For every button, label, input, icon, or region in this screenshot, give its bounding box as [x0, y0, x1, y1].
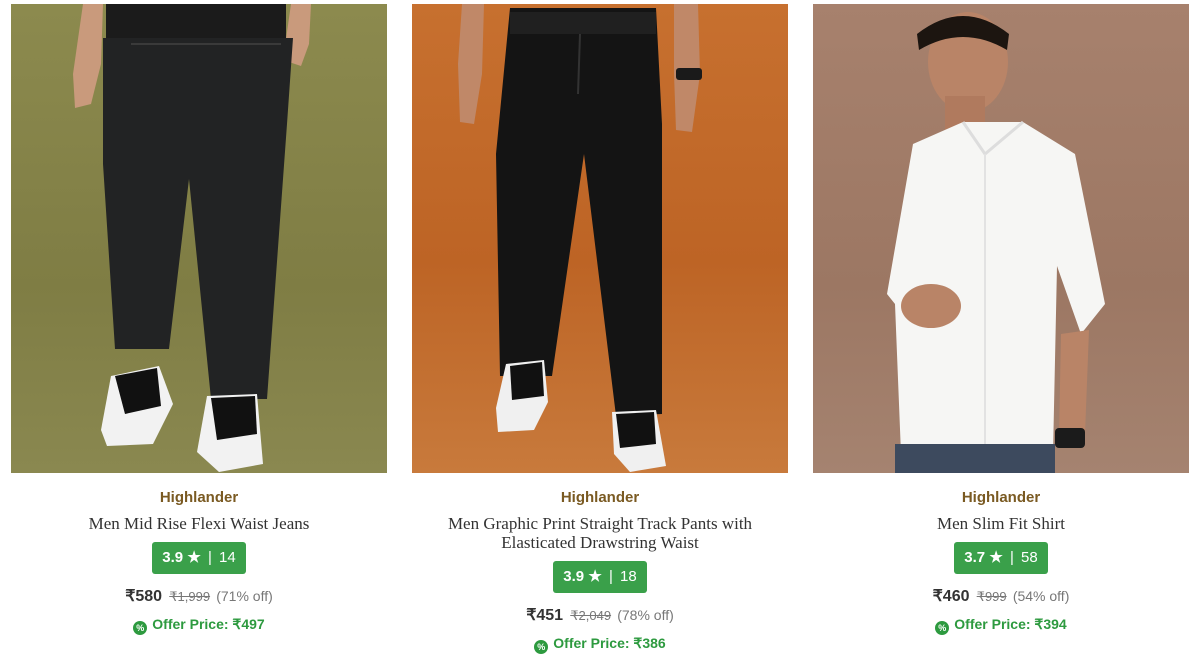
product-image[interactable]: [813, 4, 1189, 473]
original-price: ₹2,049: [570, 608, 612, 623]
rating-value: 3.9: [162, 549, 184, 566]
review-count: 14: [219, 549, 236, 566]
selling-price: ₹460: [932, 588, 970, 605]
selling-price: ₹451: [526, 607, 564, 624]
original-price: ₹999: [976, 589, 1007, 604]
original-price: ₹1,999: [169, 589, 211, 604]
star-icon: ★: [187, 549, 201, 566]
product-card[interactable]: Highlander Men Graphic Print Straight Tr…: [412, 4, 788, 654]
price-row: ₹580 ₹1,999 (71% off): [11, 586, 387, 606]
offer-price-label: Offer Price: ₹497: [152, 616, 265, 632]
product-title[interactable]: Men Mid Rise Flexi Waist Jeans: [24, 514, 374, 533]
brand-name: Highlander: [560, 489, 640, 506]
price-row: ₹451 ₹2,049 (78% off): [412, 605, 788, 625]
offer-price-label: Offer Price: ₹394: [954, 616, 1067, 632]
rating-value: 3.7: [964, 549, 986, 566]
product-card[interactable]: Highlander Men Mid Rise Flexi Waist Jean…: [11, 4, 387, 652]
track-pants-product-photo: [458, 4, 702, 472]
rating-value: 3.9: [563, 568, 585, 585]
product-image[interactable]: [412, 4, 788, 473]
discount-percent: (54% off): [1012, 588, 1070, 604]
review-count: 58: [1021, 549, 1038, 566]
product-image[interactable]: [11, 4, 387, 473]
discount-percent: (78% off): [617, 607, 674, 623]
star-icon: ★: [989, 549, 1003, 566]
offer-price-label: Offer Price: ₹386: [553, 635, 666, 651]
rating-badge: 3.9 ★ | 18: [553, 561, 647, 593]
review-count: 18: [620, 568, 637, 585]
product-title[interactable]: Men Slim Fit Shirt: [826, 514, 1176, 533]
offer-price: % Offer Price: ₹386: [412, 635, 788, 654]
rating-badge: 3.9 ★ | 14: [152, 542, 246, 574]
star-icon: ★: [588, 568, 602, 585]
rating-separator: |: [207, 549, 212, 566]
offer-price: % Offer Price: ₹497: [11, 616, 387, 635]
brand-name: Highlander: [159, 489, 239, 506]
selling-price: ₹580: [125, 588, 163, 605]
discount-percent: (71% off): [216, 588, 273, 604]
rating-badge: 3.7 ★ | 58: [954, 542, 1048, 574]
price-row: ₹460 ₹999 (54% off): [813, 586, 1189, 606]
product-title[interactable]: Men Graphic Print Straight Track Pants w…: [425, 514, 775, 552]
rating-separator: |: [608, 568, 613, 585]
jeans-product-photo: [73, 4, 311, 472]
offer-price: % Offer Price: ₹394: [813, 616, 1189, 635]
offer-icon: %: [133, 621, 148, 635]
product-card[interactable]: Highlander Men Slim Fit Shirt 3.7 ★ | 58…: [813, 4, 1189, 652]
product-grid: Highlander Men Mid Rise Flexi Waist Jean…: [0, 0, 1200, 654]
rating-separator: |: [1009, 549, 1014, 566]
shirt-product-photo: [887, 12, 1105, 473]
offer-icon: %: [935, 621, 950, 635]
brand-name: Highlander: [961, 489, 1041, 506]
